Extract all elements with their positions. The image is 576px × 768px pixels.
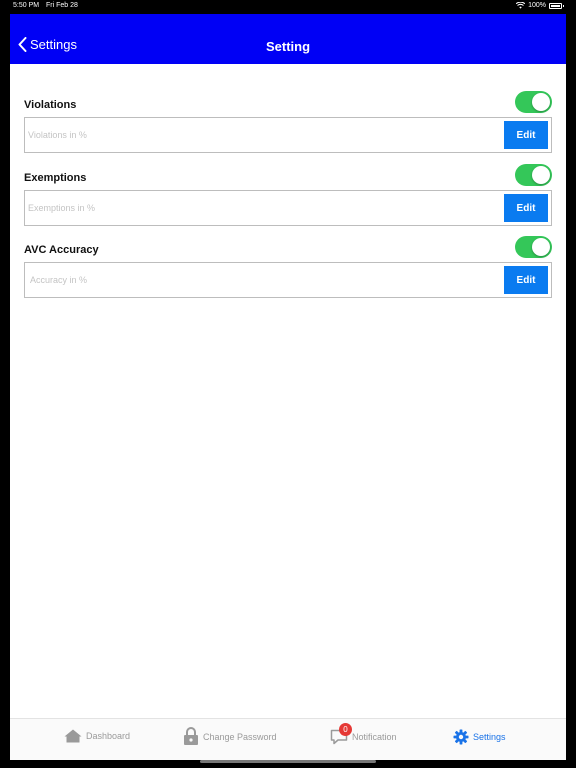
status-bar: 5:50 PM Fri Feb 28 100% <box>0 0 576 14</box>
exemptions-edit-button[interactable]: Edit <box>504 194 548 222</box>
app-window: Settings Setting Violations Edit Exempti… <box>10 14 566 760</box>
navigation-bar: Settings Setting <box>10 14 566 64</box>
status-right: 100% <box>516 2 564 9</box>
violations-field-box: Edit <box>24 117 552 153</box>
tab-change-password-label: Change Password <box>203 731 277 742</box>
toggle-knob <box>532 93 550 111</box>
tab-change-password[interactable]: Change Password <box>183 727 277 746</box>
exemptions-input[interactable] <box>28 192 498 224</box>
accuracy-edit-button[interactable]: Edit <box>504 266 548 294</box>
exemptions-toggle[interactable] <box>515 164 552 186</box>
violations-edit-button[interactable]: Edit <box>504 121 548 149</box>
violations-input[interactable] <box>28 119 498 151</box>
tab-bar: Dashboard Change Password 0 Notification <box>10 718 566 760</box>
gear-icon <box>453 729 469 745</box>
exemptions-label: Exemptions <box>24 172 87 184</box>
accuracy-field-box: Edit <box>24 262 552 298</box>
tab-dashboard-label: Dashboard <box>86 731 131 741</box>
notification-badge: 0 <box>339 723 352 736</box>
battery-percent: 100% <box>528 2 546 9</box>
toggle-knob <box>532 238 550 256</box>
status-date: Fri Feb 28 <box>46 2 78 9</box>
wifi-icon <box>516 2 526 9</box>
battery-icon <box>549 2 564 9</box>
tab-notification-label: Notification <box>352 732 397 742</box>
home-icon <box>64 729 82 743</box>
page-title: Setting <box>265 39 311 54</box>
tab-settings-label: Settings <box>473 732 506 742</box>
lock-icon <box>183 727 199 746</box>
exemptions-field-box: Edit <box>24 190 552 226</box>
status-time: 5:50 PM <box>13 2 40 9</box>
tab-dashboard[interactable]: Dashboard <box>64 729 130 743</box>
tab-notification[interactable]: 0 Notification <box>330 723 397 745</box>
accuracy-label: AVC Accuracy <box>24 244 99 256</box>
toggle-knob <box>532 166 550 184</box>
tab-settings[interactable]: Settings <box>453 729 506 745</box>
home-indicator <box>200 760 376 763</box>
chat-bubble-icon: 0 <box>330 723 352 745</box>
violations-toggle[interactable] <box>515 91 552 113</box>
accuracy-toggle[interactable] <box>515 236 552 258</box>
accuracy-input[interactable] <box>30 264 500 296</box>
violations-label: Violations <box>24 99 77 111</box>
